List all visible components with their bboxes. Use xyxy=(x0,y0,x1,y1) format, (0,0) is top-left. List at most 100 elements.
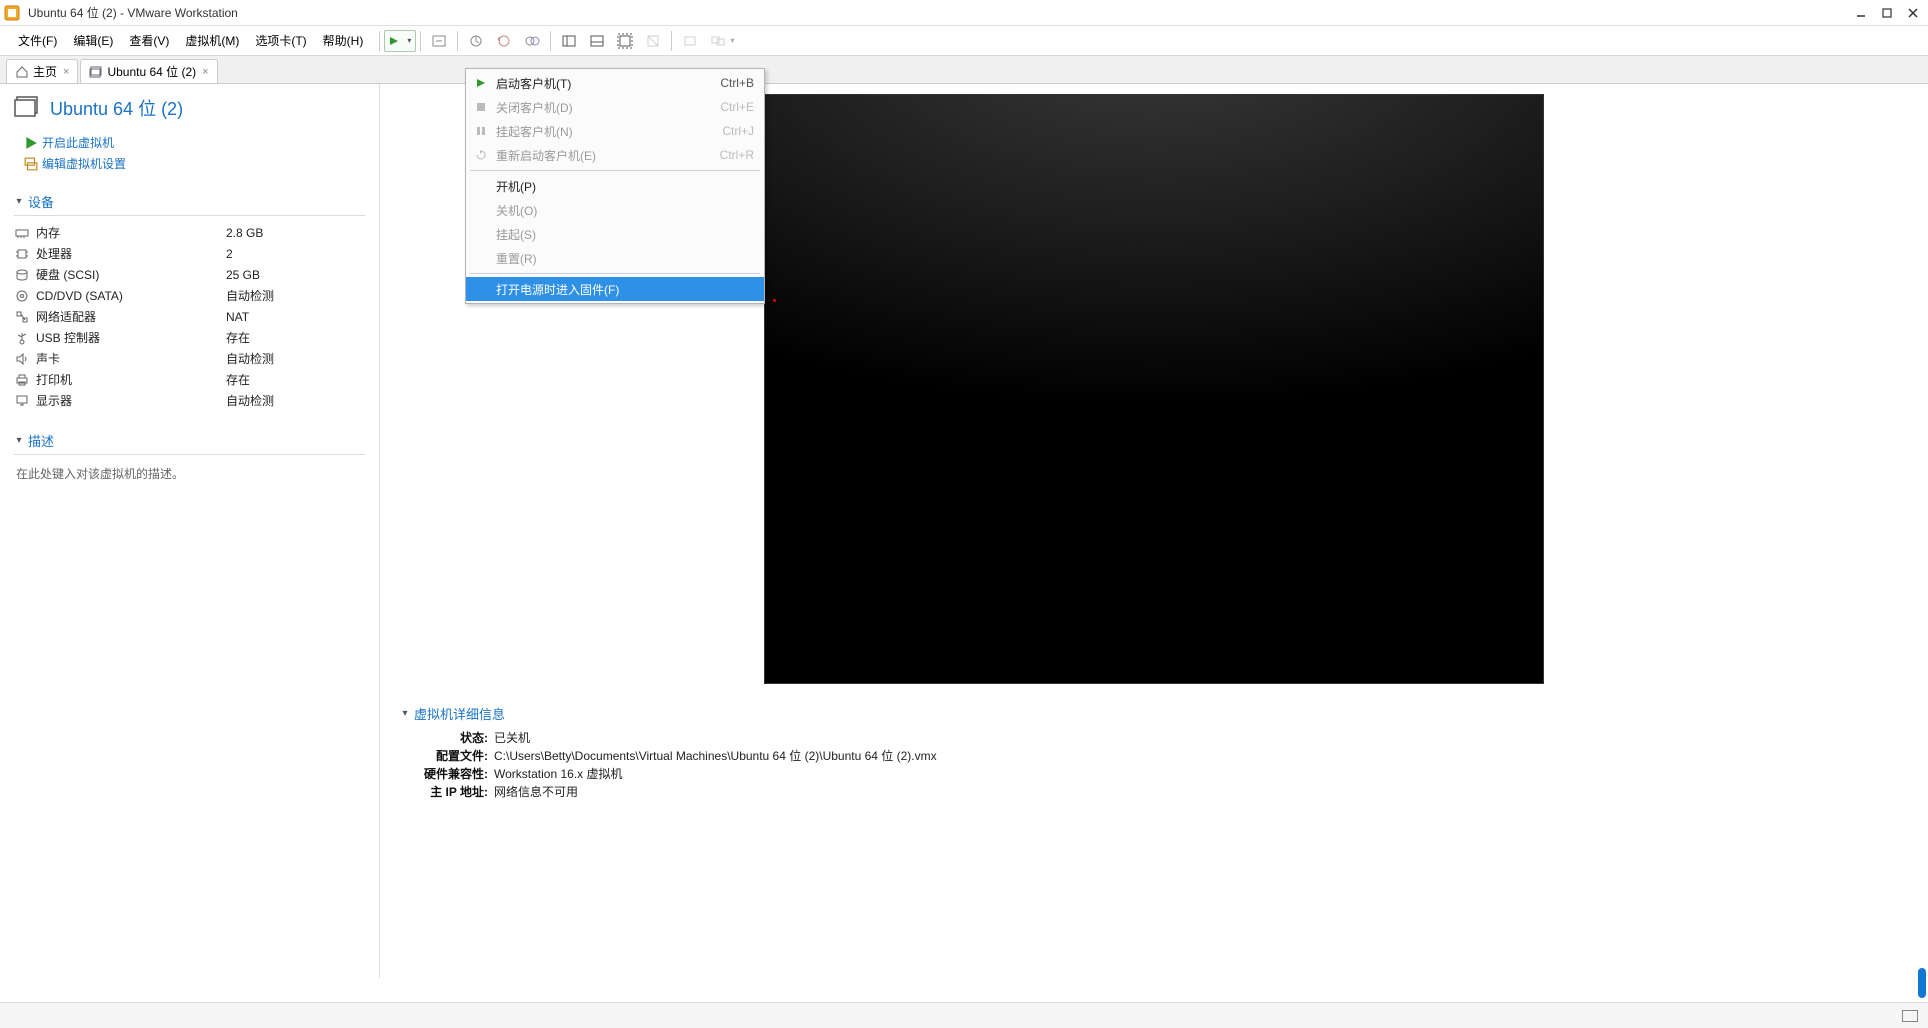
menu-item-shortcut: Ctrl+R xyxy=(720,148,754,162)
menu-item-reset: 重置(R) xyxy=(466,246,764,270)
menu-item-label: 关闭客户机(D) xyxy=(496,99,720,116)
device-row-cpu[interactable]: 处理器 2 xyxy=(14,243,365,264)
device-value: 2 xyxy=(226,247,233,261)
toolbar-separator xyxy=(457,31,458,51)
blank-icon xyxy=(472,202,490,218)
device-value: 自动检测 xyxy=(226,350,274,367)
devices-header[interactable]: ▾ 设备 xyxy=(14,192,365,216)
description-header[interactable]: ▾ 描述 xyxy=(14,431,365,455)
power-on-vm-link[interactable]: 开启此虚拟机 xyxy=(24,134,365,151)
device-row-sound[interactable]: 声卡 自动检测 xyxy=(14,348,365,369)
tab-bar: 主页 × Ubuntu 64 位 (2) × xyxy=(0,56,1928,84)
unity-button[interactable] xyxy=(641,29,665,53)
snapshot-manage-button[interactable] xyxy=(520,29,544,53)
title-bar: Ubuntu 64 位 (2) - VMware Workstation xyxy=(0,0,1928,26)
detail-value: 已关机 xyxy=(494,729,530,746)
indicator-dot-icon xyxy=(773,299,776,302)
vm-preview-background xyxy=(765,95,1543,683)
chevron-down-icon[interactable]: ▾ xyxy=(730,36,734,45)
close-icon[interactable]: × xyxy=(202,66,208,78)
device-value: 自动检测 xyxy=(226,287,274,304)
edit-settings-label: 编辑虚拟机设置 xyxy=(42,155,126,172)
device-row-usb[interactable]: USB 控制器 存在 xyxy=(14,327,365,348)
device-name: 处理器 xyxy=(36,245,226,262)
edit-vm-settings-link[interactable]: 编辑虚拟机设置 xyxy=(24,155,365,172)
menu-item-suspend: 挂起(S) xyxy=(466,222,764,246)
close-button[interactable] xyxy=(1902,3,1924,23)
devices-list: 内存 2.8 GB 处理器 2 硬盘 (SCSI) 25 GB CD/DVD (… xyxy=(14,222,365,411)
show-sidebar-button[interactable] xyxy=(557,29,581,53)
detail-row-ip: 主 IP 地址: 网络信息不可用 xyxy=(400,783,1912,800)
detail-label: 状态: xyxy=(400,729,488,746)
device-row-cddvd[interactable]: CD/DVD (SATA) 自动检测 xyxy=(14,285,365,306)
device-name: 内存 xyxy=(36,224,226,241)
blank-icon xyxy=(472,178,490,194)
detail-value: Workstation 16.x 虚拟机 xyxy=(494,765,623,782)
menu-item-label: 重置(R) xyxy=(496,250,754,267)
device-row-display[interactable]: 显示器 自动检测 xyxy=(14,390,365,411)
tab-home[interactable]: 主页 × xyxy=(6,59,78,83)
fullscreen-button[interactable] xyxy=(613,29,637,53)
menu-item-power-on[interactable]: 开机(P) xyxy=(466,174,764,198)
cycle-multiple-monitors-button[interactable] xyxy=(706,29,730,53)
device-name: 网络适配器 xyxy=(36,308,226,325)
maximize-button[interactable] xyxy=(1876,3,1898,23)
tab-vm[interactable]: Ubuntu 64 位 (2) × xyxy=(80,59,217,83)
vm-details-panel: ▾ 虚拟机详细信息 状态: 已关机 配置文件: C:\Users\Betty\D… xyxy=(400,704,1912,800)
menu-item-label: 开机(P) xyxy=(496,178,754,195)
menu-item-close-guest: 关闭客户机(D) Ctrl+E xyxy=(466,95,764,119)
status-messages-icon[interactable] xyxy=(1902,1010,1918,1022)
memory-icon xyxy=(14,225,30,241)
device-row-hdd[interactable]: 硬盘 (SCSI) 25 GB xyxy=(14,264,365,285)
menu-item-suspend-guest: 挂起客户机(N) Ctrl+J xyxy=(466,119,764,143)
usb-icon xyxy=(14,330,30,346)
play-icon xyxy=(385,31,403,51)
show-thumbnail-bar-button[interactable] xyxy=(585,29,609,53)
stop-icon xyxy=(472,99,490,115)
status-bar xyxy=(0,1002,1928,1028)
menu-item-start-guest[interactable]: 启动客户机(T) Ctrl+B xyxy=(466,71,764,95)
display-icon xyxy=(14,393,30,409)
device-value: 25 GB xyxy=(226,268,260,282)
hdd-icon xyxy=(14,267,30,283)
menu-item-restart-guest: 重新启动客户机(E) Ctrl+R xyxy=(466,143,764,167)
device-value: 存在 xyxy=(226,371,250,388)
minimize-button[interactable] xyxy=(1850,3,1872,23)
menu-item-label: 关机(O) xyxy=(496,202,754,219)
tab-vm-label: Ubuntu 64 位 (2) xyxy=(107,63,196,80)
device-row-network[interactable]: 网络适配器 NAT xyxy=(14,306,365,327)
menu-tabs[interactable]: 选项卡(T) xyxy=(247,29,314,52)
devices-header-label: 设备 xyxy=(28,192,54,211)
menu-item-label: 挂起(S) xyxy=(496,226,754,243)
play-icon xyxy=(24,136,38,150)
detail-row-config: 配置文件: C:\Users\Betty\Documents\Virtual M… xyxy=(400,747,1912,764)
app-icon xyxy=(4,5,20,21)
play-icon xyxy=(472,75,490,91)
device-row-printer[interactable]: 打印机 存在 xyxy=(14,369,365,390)
vm-preview-screen[interactable] xyxy=(764,94,1544,684)
toolbar-separator xyxy=(671,31,672,51)
device-value: 2.8 GB xyxy=(226,226,263,240)
chevron-down-icon: ▾ xyxy=(400,709,410,719)
stretch-guest-button[interactable] xyxy=(678,29,702,53)
menu-item-power-on-firmware[interactable]: 打开电源时进入固件(F) xyxy=(466,277,764,301)
chevron-down-icon[interactable]: ▾ xyxy=(403,31,415,51)
snapshot-revert-button[interactable] xyxy=(492,29,516,53)
menu-edit[interactable]: 编辑(E) xyxy=(65,29,121,52)
vm-details-header-label: 虚拟机详细信息 xyxy=(414,704,505,723)
menu-item-shortcut: Ctrl+E xyxy=(720,100,754,114)
send-ctrl-alt-del-button[interactable] xyxy=(427,29,451,53)
description-input[interactable]: 在此处键入对该虚拟机的描述。 xyxy=(14,461,365,486)
menu-file[interactable]: 文件(F) xyxy=(10,29,65,52)
main-area: Ubuntu 64 位 (2) 开启此虚拟机 编辑虚拟机设置 ▾ 设备 内存 2… xyxy=(0,84,1928,978)
vertical-scrollbar[interactable] xyxy=(1918,110,1926,998)
scrollbar-thumb[interactable] xyxy=(1918,968,1926,998)
menu-help[interactable]: 帮助(H) xyxy=(315,29,372,52)
device-row-memory[interactable]: 内存 2.8 GB xyxy=(14,222,365,243)
snapshot-take-button[interactable] xyxy=(464,29,488,53)
close-icon[interactable]: × xyxy=(63,66,69,78)
vm-details-header[interactable]: ▾ 虚拟机详细信息 xyxy=(400,704,1912,723)
menu-vm[interactable]: 虚拟机(M) xyxy=(177,29,247,52)
power-button-group[interactable]: ▾ xyxy=(384,30,416,52)
menu-view[interactable]: 查看(V) xyxy=(121,29,177,52)
